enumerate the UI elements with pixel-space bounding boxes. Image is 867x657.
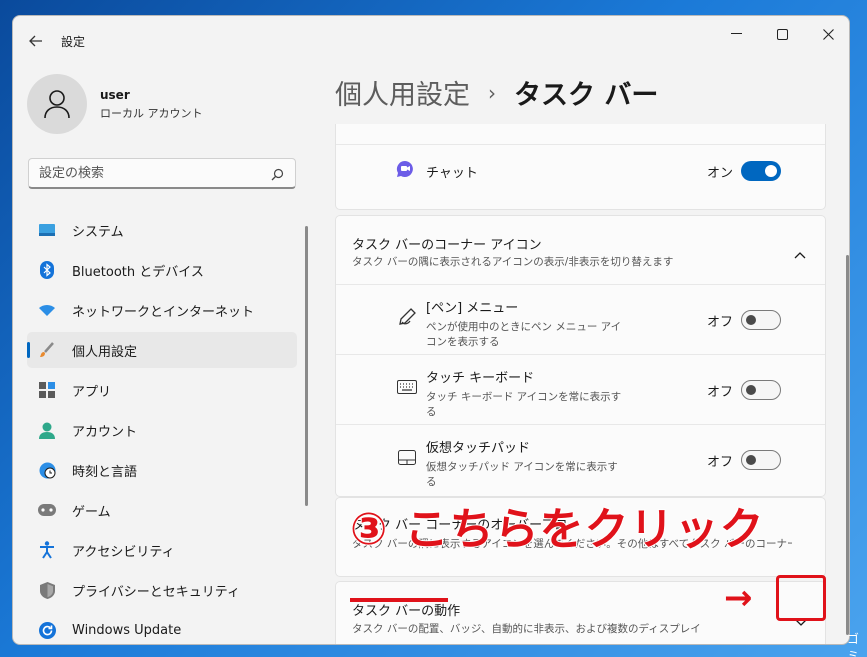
title-bar: 設定 [13,16,849,62]
sidebar-item-label: Bluetooth とデバイス [72,264,204,280]
touch-keyboard-desc: タッチ キーボード アイコンを常に表示する [426,391,622,418]
user-name: user [100,87,130,102]
back-button[interactable] [23,28,49,54]
chevron-up-icon[interactable] [794,244,806,263]
close-icon [822,28,834,40]
click-instruction-annotation: ③ こちらをクリック [349,503,765,556]
sidebar-item-label: ゲーム [72,504,111,520]
sidebar-item-bluetooth[interactable]: Bluetooth とデバイス [27,252,297,288]
touch-keyboard-toggle[interactable] [741,380,781,400]
chat-state-label: オン [707,166,734,181]
virtual-touchpad-toggle[interactable] [741,450,781,470]
account-icon [38,421,56,439]
sidebar-item-label: 個人用設定 [72,344,138,360]
sidebar-item-label: システム [72,224,124,240]
gamepad-icon [38,501,56,519]
close-button[interactable] [805,16,849,52]
pen-menu-title: [ペン] メニュー [426,301,519,316]
touch-keyboard-text: タッチ キーボード タッチ キーボード アイコンを常に表示する [426,367,626,420]
virtual-touchpad-state-label: オフ [707,455,734,470]
divider [336,144,825,145]
sidebar-item-time-language[interactable]: 時刻と言語 [27,452,297,488]
sidebar-item-network[interactable]: ネットワークとインターネット [27,292,297,328]
sidebar-item-label: プライバシーとセキュリティ [72,584,240,600]
app-title: 設定 [61,35,86,49]
sidebar-nav: システム Bluetooth とデバイス ネットワークとインターネット 個人用設… [27,212,297,644]
bluetooth-icon [38,261,56,279]
virtual-touchpad-row: 仮想タッチパッド 仮想タッチパッド アイコンを常に表示する オフ [336,424,825,494]
profile-text: user ローカル アカウント [100,88,203,121]
pen-menu-desc: ペンが使用中のときにペン メニュー アイコンを表示する [426,321,622,348]
breadcrumb-parent[interactable]: 個人用設定 [335,73,470,112]
maximize-icon [776,28,788,40]
search-input[interactable] [28,158,296,189]
sidebar-item-label: アクセシビリティ [72,544,175,560]
pen-menu-toggle[interactable] [741,310,781,330]
corner-icons-desc: タスク バーの隅に表示されるアイコンの表示/非表示を切り替えます [352,256,674,268]
sidebar-item-gaming[interactable]: ゲーム [27,492,297,528]
user-profile[interactable]: user ローカル アカウント [27,74,203,134]
settings-content: チャット オン タスク バーのコーナー アイコン タスク バーの隅に表示されるア… [335,124,827,644]
pen-menu-text: [ペン] メニュー ペンが使用中のときにペン メニュー アイコンを表示する [426,297,626,350]
wifi-icon [38,301,56,319]
annotation-underline [350,598,448,602]
brush-icon [38,341,56,359]
corner-icons-header[interactable]: タスク バーのコーナー アイコン タスク バーの隅に表示されるアイコンの表示/非… [336,216,825,284]
sidebar-scrollbar[interactable] [305,226,308,506]
pen-menu-row: [ペン] メニュー ペンが使用中のときにペン メニュー アイコンを表示する オフ [336,284,825,354]
pen-menu-state-label: オフ [707,315,734,330]
desktop-icon-label[interactable]: ゴミ箱 [847,630,867,657]
apps-icon [38,381,56,399]
search-icon[interactable] [271,166,284,185]
sidebar-item-accounts[interactable]: アカウント [27,412,297,448]
sidebar-item-accessibility[interactable]: アクセシビリティ [27,532,297,568]
sidebar-item-label: Windows Update [72,622,182,638]
sidebar-item-windows-update[interactable]: Windows Update [27,612,297,644]
corner-icons-card: タスク バーのコーナー アイコン タスク バーの隅に表示されるアイコンの表示/非… [335,215,826,497]
minimize-icon [730,33,742,34]
virtual-touchpad-title: 仮想タッチパッド [426,441,531,456]
accessibility-icon [38,541,56,559]
sidebar-item-apps[interactable]: アプリ [27,372,297,408]
touch-keyboard-row: タッチ キーボード タッチ キーボード アイコンを常に表示する オフ [336,354,825,424]
touch-keyboard-state-label: オフ [707,385,734,400]
annotation-arrow: → [724,578,753,618]
globe-clock-icon [38,461,56,479]
account-type: ローカル アカウント [100,106,203,120]
touch-keyboard-title: タッチ キーボード [426,371,535,386]
page-title: タスク バー [514,80,659,111]
user-icon [44,90,70,119]
chat-icon [396,160,414,182]
sidebar-item-label: アプリ [72,384,112,400]
sidebar-item-label: 時刻と言語 [72,464,138,480]
pen-icon [396,306,418,328]
breadcrumb: 個人用設定 › タスク バー [335,73,658,112]
sidebar-item-label: ネットワークとインターネット [72,304,255,320]
sidebar-item-label: アカウント [72,424,138,440]
keyboard-icon [396,376,418,398]
sidebar-item-privacy[interactable]: プライバシーとセキュリティ [27,572,297,608]
chat-label: チャット [426,166,478,181]
back-arrow-icon [29,35,42,47]
shield-icon [38,581,56,599]
virtual-touchpad-text: 仮想タッチパッド 仮想タッチパッド アイコンを常に表示する [426,437,626,490]
avatar [27,74,87,134]
behavior-desc: タスク バーの配置、バッジ、自動的に非表示、および複数のディスプレイ [352,623,701,635]
taskbar-items-card: チャット オン [335,124,826,210]
sidebar-item-system[interactable]: システム [27,212,297,248]
content-scrollbar[interactable] [846,255,849,635]
sidebar-item-personalization[interactable]: 個人用設定 [27,332,297,368]
corner-icons-title: タスク バーのコーナー アイコン [352,238,542,253]
monitor-icon [38,221,56,239]
breadcrumb-separator: › [488,80,496,105]
chat-toggle[interactable] [741,161,781,181]
update-icon [38,621,56,639]
maximize-button[interactable] [759,16,805,52]
minimize-button[interactable] [713,16,759,52]
annotation-highlight-box [776,575,826,621]
virtual-touchpad-desc: 仮想タッチパッド アイコンを常に表示する [426,461,618,488]
touchpad-icon [396,446,418,468]
behavior-title: タスク バーの動作 [352,604,461,619]
